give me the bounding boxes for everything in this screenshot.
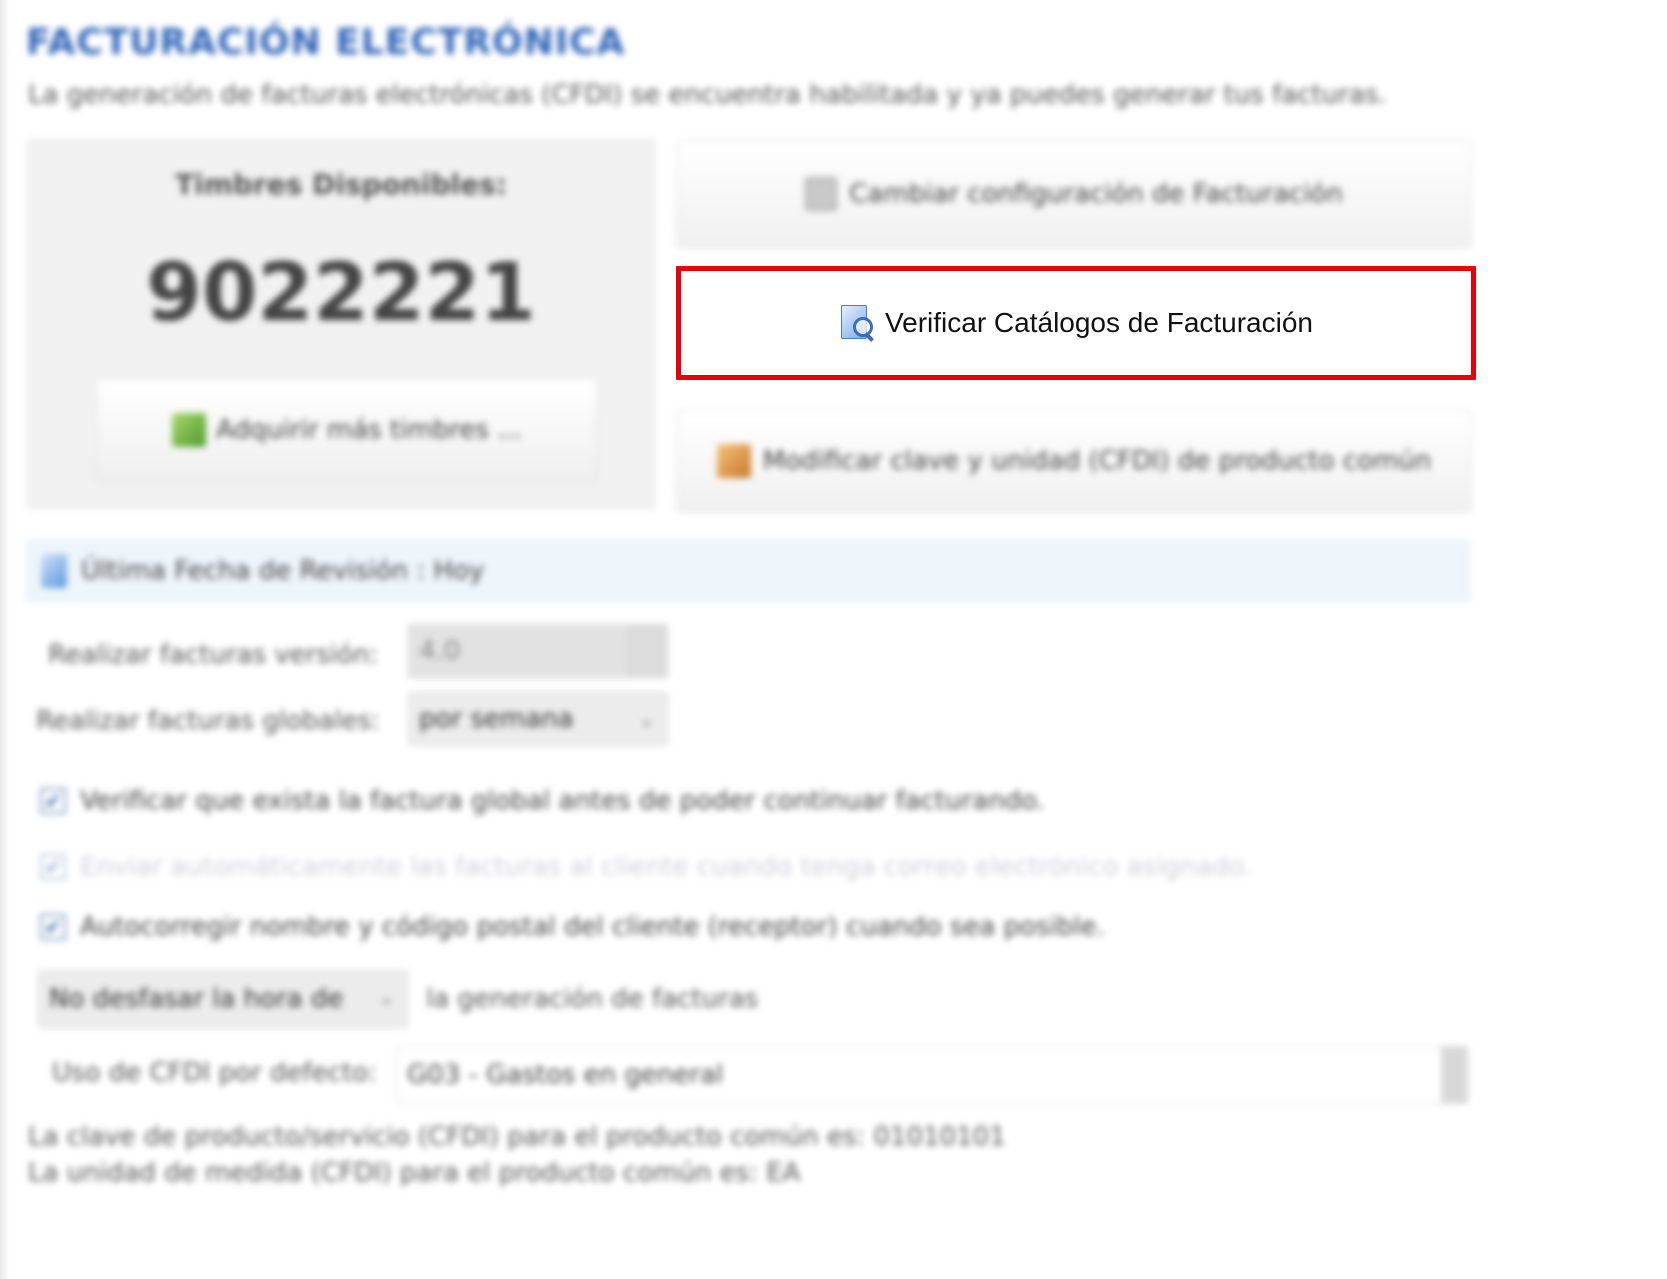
send-email-row[interactable]: ✔ Enviar automáticamente las facturas al… xyxy=(40,852,1252,882)
send-email-label: Enviar automáticamente las facturas al c… xyxy=(80,852,1253,882)
check-global-label: Verificar que exista la factura global a… xyxy=(80,786,1045,816)
time-offset-value: No desfasar la hora de xyxy=(49,984,344,1014)
product-edit-icon xyxy=(716,444,751,478)
modify-product-key-label: Modificar clave y unidad (CFDI) de produ… xyxy=(762,446,1432,476)
unit-info: La unidad de medida (CFDI) para el produ… xyxy=(28,1158,801,1188)
chevron-down-icon: ⌄ xyxy=(378,985,395,1009)
version-select-value: 4.0 xyxy=(419,636,461,666)
cfdi-use-label: Uso de CFDI por defecto: xyxy=(52,1058,377,1088)
version-label: Realizar facturas versión: xyxy=(48,640,379,670)
autocorrect-checkbox[interactable]: ✔ xyxy=(40,914,66,940)
global-invoices-value: por semana xyxy=(419,704,574,734)
catalog-search-icon xyxy=(839,305,875,342)
version-select-caret xyxy=(628,625,667,677)
version-select[interactable]: 4.0 xyxy=(408,624,668,678)
buy-stamps-button[interactable]: Adquirir más timbres ... xyxy=(96,378,598,482)
product-key-info: La clave de producto/servicio (CFDI) par… xyxy=(28,1122,1006,1152)
calendar-icon xyxy=(41,554,67,588)
cfdi-use-field[interactable]: G03 - Gastos en general xyxy=(396,1046,1468,1104)
window-left-edge xyxy=(0,0,10,1279)
last-review-text: Última Fecha de Revisión : Hoy xyxy=(81,556,485,586)
send-email-checkbox[interactable]: ✔ xyxy=(40,854,66,880)
verify-catalogs-label: Verificar Catálogos de Facturación xyxy=(885,307,1313,338)
chevron-down-icon: ⌄ xyxy=(638,707,655,731)
shopping-cart-icon xyxy=(172,413,207,447)
page-title: FACTURACIÓN ELECTRÓNICA xyxy=(26,22,626,63)
config-icon xyxy=(805,177,838,211)
check-global-row[interactable]: ✔ Verificar que exista la factura global… xyxy=(40,786,1045,816)
stamps-label: Timbres Disponibles: xyxy=(175,168,507,201)
time-offset-select[interactable]: No desfasar la hora de ⌄ xyxy=(38,970,408,1028)
autocorrect-row[interactable]: ✔ Autocorregir nombre y código postal de… xyxy=(40,912,1105,942)
modify-product-key-button[interactable]: Modificar clave y unidad (CFDI) de produ… xyxy=(676,410,1472,512)
cfdi-use-value: G03 - Gastos en general xyxy=(407,1060,724,1090)
check-global-checkbox[interactable]: ✔ xyxy=(40,788,66,814)
global-invoices-select[interactable]: por semana ⌄ xyxy=(408,692,668,746)
buy-stamps-label: Adquirir más timbres ... xyxy=(216,415,522,445)
global-invoices-label: Realizar facturas globales: xyxy=(36,706,380,736)
last-review-bar: Última Fecha de Revisión : Hoy xyxy=(26,540,1470,602)
stamps-count: 9022221 xyxy=(146,246,536,339)
cfdi-use-button[interactable] xyxy=(1441,1047,1467,1103)
change-config-button[interactable]: Cambiar configuración de Facturación xyxy=(676,140,1472,248)
page-subtitle: La generación de facturas electrónicas (… xyxy=(28,80,1387,110)
change-config-label: Cambiar configuración de Facturación xyxy=(849,179,1343,209)
verify-catalogs-button[interactable]: Verificar Catálogos de Facturación xyxy=(676,266,1476,380)
time-offset-suffix: la generación de facturas xyxy=(426,984,759,1014)
stamps-panel: Timbres Disponibles: 9022221 Adquirir má… xyxy=(26,138,656,510)
autocorrect-label: Autocorregir nombre y código postal del … xyxy=(80,912,1105,942)
